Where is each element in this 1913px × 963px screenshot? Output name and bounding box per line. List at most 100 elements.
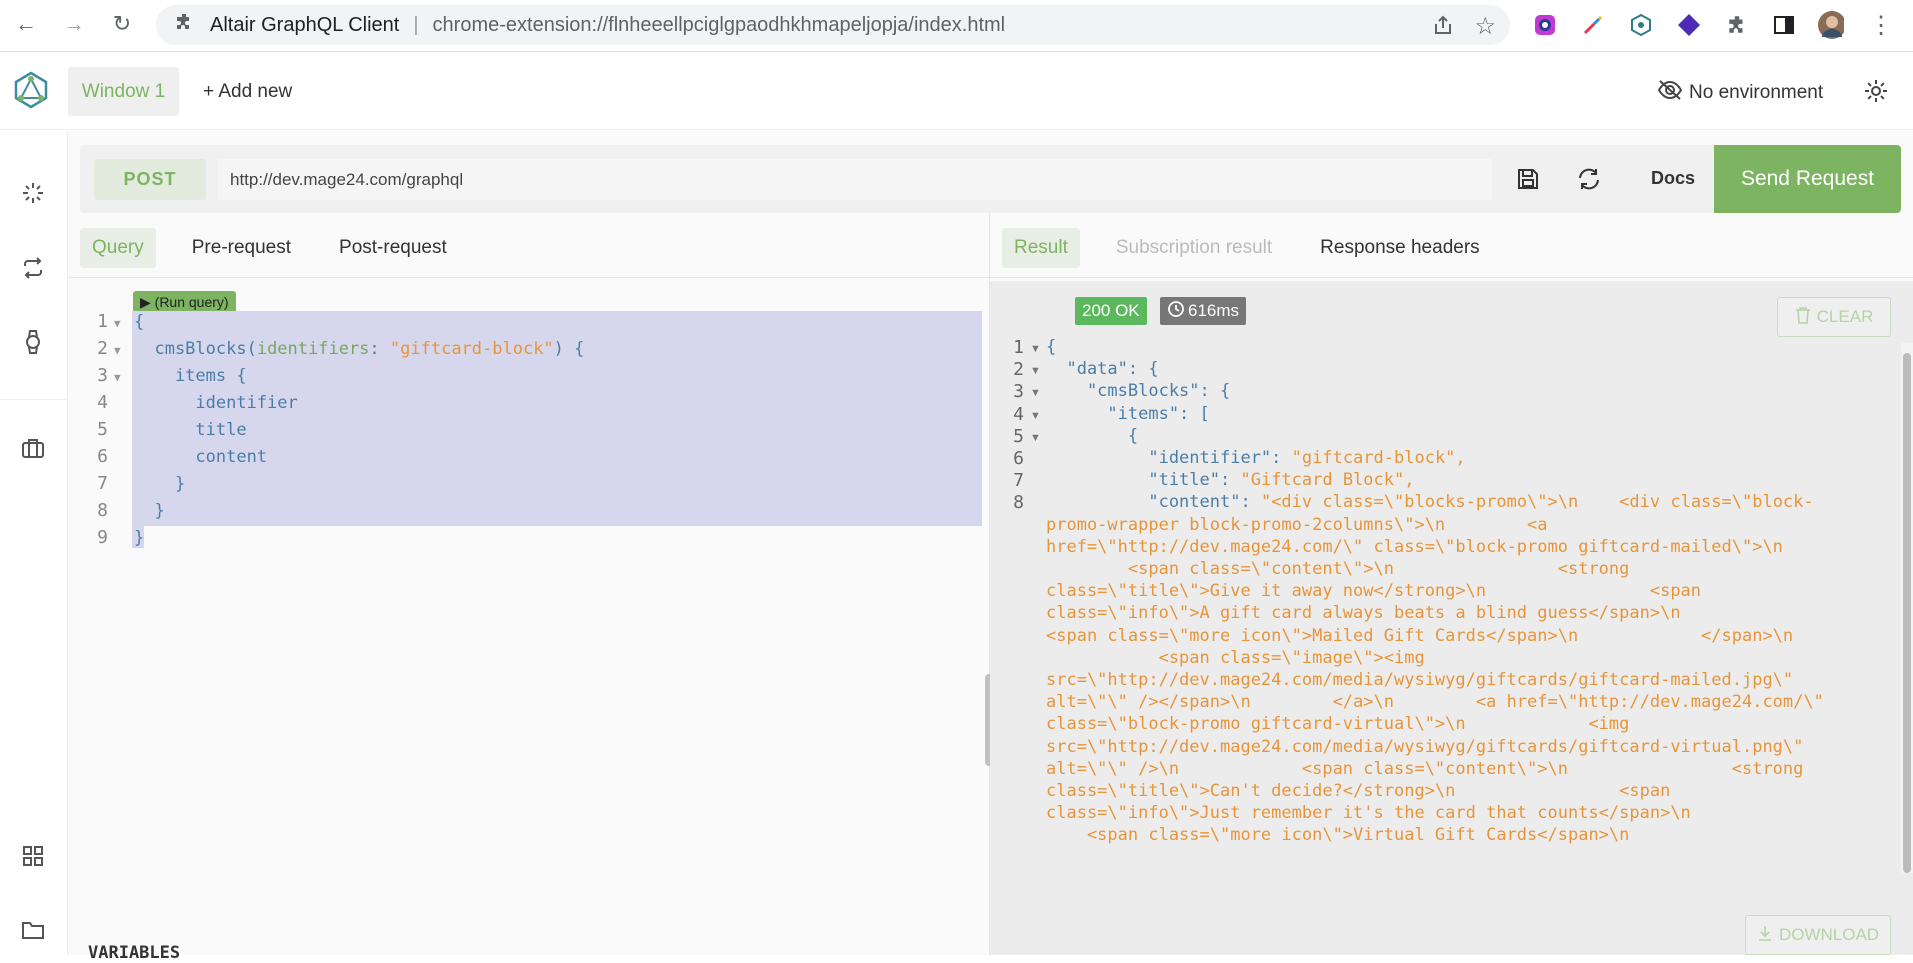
menu-kebab-icon[interactable]: ⋮ xyxy=(1868,12,1894,39)
result-json-viewer[interactable]: 1 ▼ 2 ▼ 3 ▼ 4 ▼ 5 ▼ 6 7 8{ "data": { "cmsBlocks": { … xyxy=(990,335,1890,935)
grid-icon[interactable] xyxy=(16,839,50,873)
code-token: : xyxy=(369,339,390,359)
altair-extension-icon[interactable] xyxy=(1628,12,1654,38)
bookmark-star-icon[interactable]: ☆ xyxy=(1474,12,1496,41)
window-tab[interactable]: Window 1 xyxy=(68,67,179,116)
separator: | xyxy=(413,13,419,36)
code-token: "giftcard-block" xyxy=(389,339,554,359)
save-icon[interactable] xyxy=(1516,167,1540,196)
tab-response-headers[interactable]: Response headers xyxy=(1308,228,1492,268)
result-json-line: src=\"http://dev.mage24.com/media/wysiwy… xyxy=(1046,670,1794,690)
variables-header[interactable]: VARIABLES xyxy=(88,943,180,963)
response-time-badge: 616ms xyxy=(1160,297,1247,325)
send-request-button[interactable]: Send Request xyxy=(1714,145,1901,213)
result-line-number: 6 xyxy=(1013,448,1024,469)
download-button[interactable]: DOWNLOAD xyxy=(1745,915,1891,955)
fold-arrow-icon[interactable]: ▼ xyxy=(1030,410,1041,422)
loading-spinner-icon[interactable] xyxy=(16,176,50,210)
docs-button[interactable]: Docs xyxy=(1651,168,1695,189)
json-value: "giftcard-block", xyxy=(1291,448,1466,468)
puzzle-icon[interactable] xyxy=(1724,12,1750,38)
altair-logo-icon xyxy=(11,70,51,115)
refresh-icon[interactable] xyxy=(1576,167,1602,196)
back-icon[interactable]: ← xyxy=(14,11,38,36)
result-tabs: Result Subscription result Response head… xyxy=(1002,223,1516,273)
fold-arrow-icon[interactable]: ▼ xyxy=(1030,343,1041,355)
fold-arrow-icon[interactable]: ▼ xyxy=(1030,432,1041,444)
method-selector[interactable]: POST xyxy=(94,159,206,200)
code-token: cmsBlocks( xyxy=(134,339,257,359)
repeat-icon[interactable] xyxy=(16,251,50,285)
tab-pre-request[interactable]: Pre-request xyxy=(180,228,303,268)
tabs-divider xyxy=(68,277,1913,278)
result-json-line: "identifier": "giftcard-block", xyxy=(1046,448,1466,468)
fold-arrow-icon[interactable]: ▼ xyxy=(114,317,121,330)
folder-icon[interactable] xyxy=(16,913,50,947)
download-icon xyxy=(1757,924,1773,947)
line-number: 7 xyxy=(97,473,108,494)
extension-colorful-icon[interactable] xyxy=(1532,12,1558,38)
line-number: 4 xyxy=(97,392,108,413)
code-line: identifier xyxy=(134,393,298,413)
fold-arrow-icon[interactable]: ▼ xyxy=(1030,365,1041,377)
extension-icon xyxy=(174,12,194,38)
line-number: 2 xyxy=(97,338,108,359)
result-line-number: 4 xyxy=(1013,403,1024,425)
trash-icon xyxy=(1795,306,1811,329)
line-number: 3 xyxy=(97,365,108,386)
environment-selector[interactable]: No environment xyxy=(1657,79,1823,107)
tab-result[interactable]: Result xyxy=(1002,228,1080,268)
color-picker-icon[interactable] xyxy=(1580,12,1606,38)
url-input[interactable] xyxy=(218,159,1492,200)
line-number: 5 xyxy=(97,419,108,440)
result-json-line: class=\"block-promo giftcard-virtual\">\… xyxy=(1046,714,1630,735)
result-line-number: 8 xyxy=(1013,492,1024,514)
main-workspace: POST Docs Send Request Query Pre-request… xyxy=(68,131,1913,963)
line-number: 8 xyxy=(97,500,108,521)
result-json-line: "data": { xyxy=(1046,359,1159,380)
result-scrollbar-thumb[interactable] xyxy=(1903,353,1911,873)
clear-button[interactable]: CLEAR xyxy=(1777,297,1891,337)
sidebar-divider xyxy=(0,399,68,400)
purple-diamond-icon[interactable] xyxy=(1676,12,1702,38)
settings-gear-icon[interactable] xyxy=(1864,79,1888,108)
tab-query[interactable]: Query xyxy=(80,228,156,268)
environment-label: No environment xyxy=(1689,82,1824,103)
json-key: "title" xyxy=(1046,470,1220,491)
json-value: "<div class=\"blocks-promo\">\n <div cla… xyxy=(1260,492,1814,513)
download-label: DOWNLOAD xyxy=(1778,925,1880,944)
forward-icon[interactable]: → xyxy=(62,11,86,36)
result-json-line: { xyxy=(1046,337,1057,357)
clear-label: CLEAR xyxy=(1816,307,1874,326)
query-editor[interactable]: ▶ (Run query) 1 2 3 4 5 6 7 8 9 ▼ ▼ ▼ { … xyxy=(68,281,988,963)
code-line: title xyxy=(134,420,247,440)
profile-avatar[interactable] xyxy=(1818,11,1844,39)
request-bar: POST Docs Send Request xyxy=(80,145,1901,213)
result-scrollbar[interactable] xyxy=(1901,343,1913,873)
watch-icon[interactable] xyxy=(16,325,50,359)
result-json-line: class=\"info\">Just remember it's the ca… xyxy=(1046,803,1691,824)
code-line: } xyxy=(134,528,145,548)
site-name: Altair GraphQL Client xyxy=(210,13,400,36)
code-line: cmsBlocks(identifiers: "giftcard-block")… xyxy=(134,339,584,359)
tab-post-request[interactable]: Post-request xyxy=(327,228,459,268)
share-icon[interactable] xyxy=(1432,14,1454,42)
result-json-line: src=\"http://dev.mage24.com/media/wysiwy… xyxy=(1046,736,1804,757)
fold-arrow-icon[interactable]: ▼ xyxy=(114,344,121,357)
result-json-line: alt=\"\" />\n <span class=\"content\">\n… xyxy=(1046,758,1804,779)
address-bar[interactable]: Altair GraphQL Client | chrome-extension… xyxy=(156,5,1510,45)
result-line-number: 2 xyxy=(1013,359,1024,381)
add-new-button[interactable]: + Add new xyxy=(203,81,292,103)
fold-arrow-icon[interactable]: ▼ xyxy=(114,371,121,384)
left-sidebar xyxy=(0,131,68,955)
briefcase-icon[interactable] xyxy=(16,431,50,465)
code-line: } xyxy=(134,501,165,521)
code-line: } xyxy=(134,474,186,494)
tab-subscription-result[interactable]: Subscription result xyxy=(1104,228,1284,268)
fold-arrow-icon[interactable]: ▼ xyxy=(1030,387,1041,399)
eye-off-icon xyxy=(1657,79,1683,107)
side-panel-icon[interactable] xyxy=(1771,12,1797,38)
window-tab-label: Window 1 xyxy=(81,80,166,102)
reload-icon[interactable]: ↻ xyxy=(110,11,134,36)
line-number: 1 xyxy=(97,311,108,332)
